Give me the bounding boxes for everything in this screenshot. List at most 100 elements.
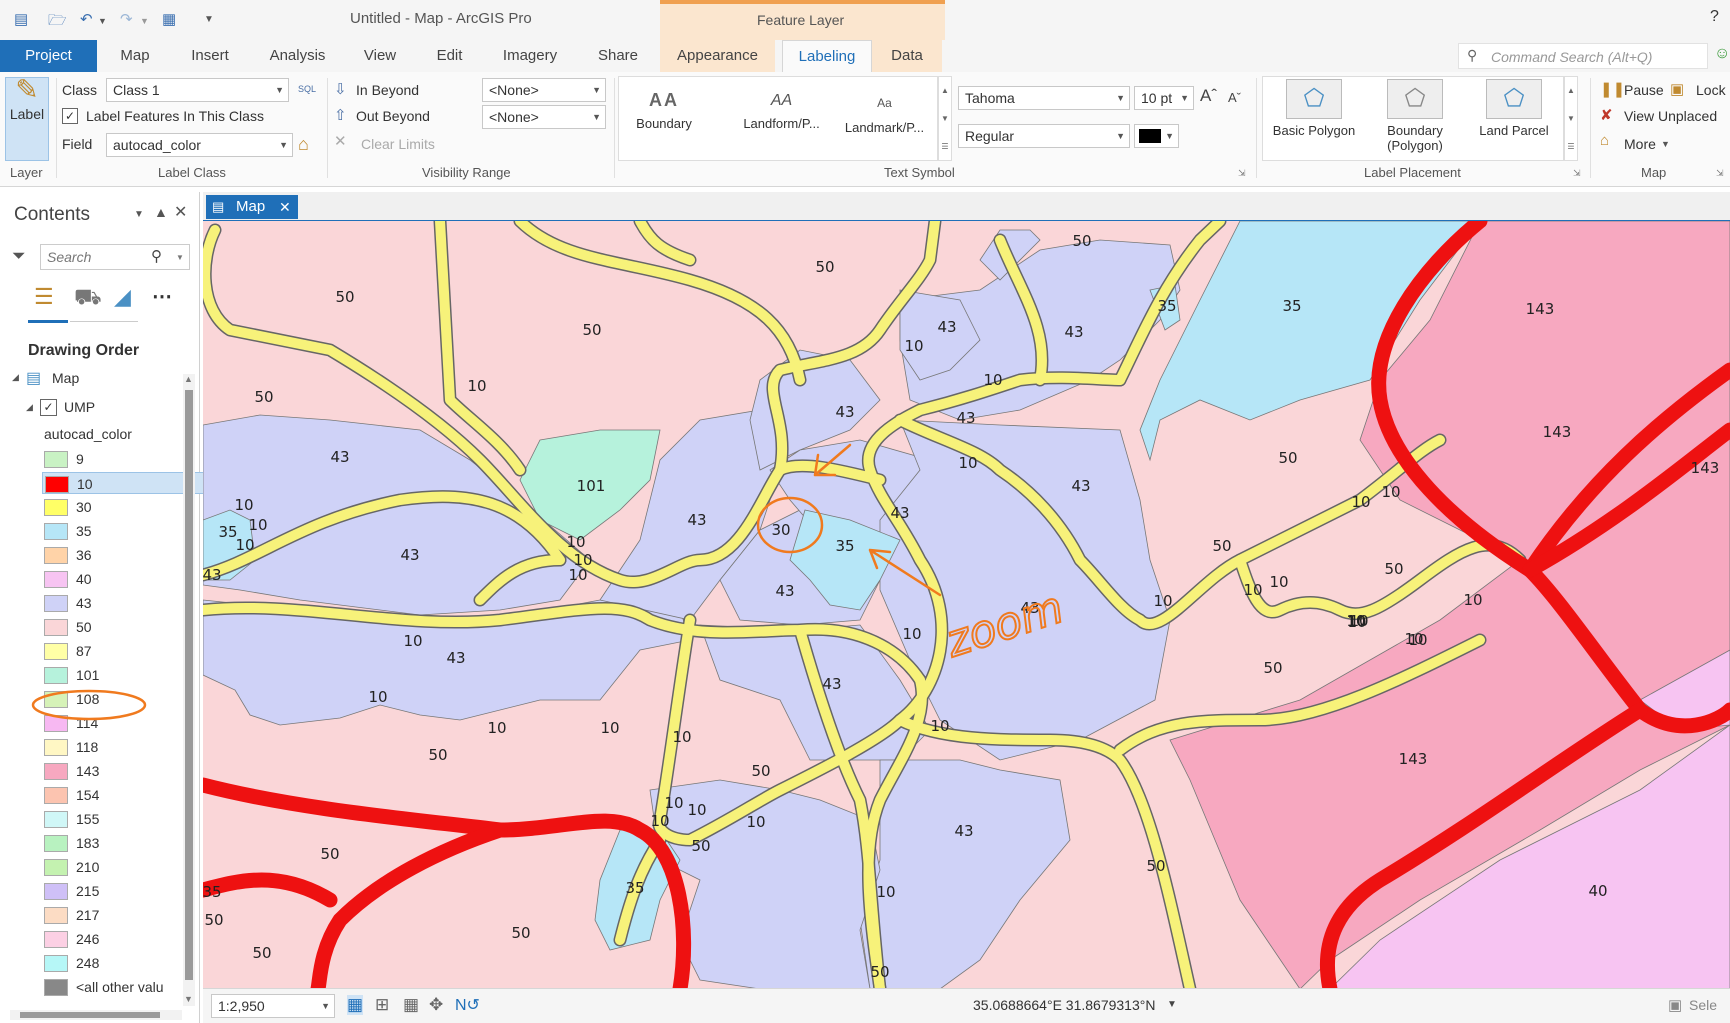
chevron-down-icon: ▼ <box>592 112 601 122</box>
new-project-icon[interactable]: ▤ <box>14 10 28 28</box>
label-features-checkbox[interactable]: ✓ <box>62 108 78 124</box>
selection-icon[interactable]: ◢ <box>114 284 131 310</box>
field-dropdown[interactable]: autocad_color ▼ <box>106 133 293 157</box>
map-node-icon: ▤ <box>26 370 42 387</box>
close-icon[interactable]: ✕ <box>279 195 291 219</box>
contents-search-input[interactable]: Search ⚲ ▼ <box>40 244 190 270</box>
font-size-dropdown[interactable]: 10 pt ▼ <box>1134 86 1194 110</box>
pin-icon[interactable]: ▲ <box>154 204 168 220</box>
tab-edit[interactable]: Edit <box>427 40 472 72</box>
label-toggle-button[interactable]: ✎ Label <box>5 74 49 161</box>
close-icon[interactable]: ✕ <box>174 202 187 222</box>
map-tab[interactable]: ▤ Map ✕ <box>206 195 298 219</box>
map-label: 35 <box>625 879 644 897</box>
undo-dropdown-icon[interactable]: ▼ <box>98 16 107 26</box>
scroll-thumb[interactable] <box>185 390 193 980</box>
tab-insert[interactable]: Insert <box>180 40 240 72</box>
tab-project[interactable]: Project <box>0 40 97 72</box>
placement-gallery-scroll[interactable]: ▲ ▼ ☰ <box>1564 76 1578 161</box>
redo-dropdown-icon[interactable]: ▼ <box>140 16 149 26</box>
filter-icon[interactable]: ⏷ <box>12 246 26 266</box>
selected-features-text[interactable]: Sele <box>1689 997 1717 1013</box>
tab-appearance[interactable]: Appearance <box>660 40 775 72</box>
sql-query-icon[interactable]: SQL <box>296 78 318 100</box>
style-landmark[interactable]: Aa Landmark/P... <box>837 93 932 135</box>
layer-node-label[interactable]: UMP <box>64 399 95 415</box>
pause-button[interactable]: Pause <box>1624 82 1664 98</box>
style-landform[interactable]: AA Landform/P... <box>734 93 829 132</box>
font-color-picker[interactable]: ▼ <box>1134 124 1179 148</box>
map-label: 10 <box>958 454 977 472</box>
map-node-label[interactable]: Map <box>52 370 79 386</box>
scroll-up-icon[interactable]: ▲ <box>184 374 193 384</box>
tab-map[interactable]: Map <box>110 40 160 72</box>
view-unplaced-button[interactable]: View Unplaced <box>1624 108 1717 124</box>
scroll-down-icon[interactable]: ▼ <box>184 994 193 1004</box>
contents-scrollbar[interactable]: ▲ ▼ <box>183 374 195 1006</box>
legend-label: 210 <box>76 859 100 875</box>
contents-hscrollbar[interactable] <box>10 1010 182 1020</box>
collapse-layer-icon[interactable]: ◢ <box>26 402 33 413</box>
out-beyond-button[interactable]: Out Beyond <box>356 108 430 124</box>
tab-analysis[interactable]: Analysis <box>260 40 335 72</box>
placement-boundary-polygon[interactable]: ⬠ Boundary (Polygon) <box>1367 79 1463 153</box>
gallery-scroll[interactable]: ▲ ▼ ☰ <box>938 76 952 161</box>
chevron-down-icon: ▼ <box>279 140 288 150</box>
dialog-launcher-icon[interactable]: ⇲ <box>1238 168 1246 179</box>
more-button[interactable]: More <box>1624 136 1656 152</box>
clear-limits-button[interactable]: Clear Limits <box>361 136 435 152</box>
constraints-icon[interactable]: ✥ <box>429 995 443 1015</box>
grow-font-icon[interactable]: Aˆ <box>1200 86 1217 106</box>
chevron-down-icon[interactable]: ▼ <box>1167 999 1177 1010</box>
label-tag-icon: ✎ <box>15 74 39 105</box>
legend-swatch <box>44 739 68 756</box>
expression-icon[interactable]: ⌂ <box>298 134 309 155</box>
customize-toolbar-icon[interactable]: ▼ <box>204 14 214 25</box>
placement-basic-polygon[interactable]: ⬠ Basic Polygon <box>1269 79 1359 138</box>
shrink-font-icon[interactable]: Aˇ <box>1228 90 1241 105</box>
save-icon[interactable]: ▦ <box>162 10 176 28</box>
user-icon[interactable]: ☺ <box>1714 45 1730 63</box>
selection-count-icon[interactable]: ▣ <box>1668 996 1682 1014</box>
layer-visibility-checkbox[interactable]: ✓ <box>40 399 57 416</box>
dialog-launcher-icon[interactable]: ⇲ <box>1716 168 1724 179</box>
style-boundary[interactable]: AA Boundary <box>624 91 704 131</box>
snapping-icon[interactable]: ⊞ <box>375 995 389 1015</box>
tab-labeling[interactable]: Labeling <box>782 40 872 72</box>
out-beyond-dropdown[interactable]: <None> ▼ <box>482 105 606 129</box>
class-dropdown[interactable]: Class 1 ▼ <box>106 78 289 102</box>
undo-icon[interactable]: ↶ <box>80 10 93 28</box>
hscroll-thumb[interactable] <box>20 1012 160 1018</box>
map-label: 50 <box>582 321 601 339</box>
tab-data[interactable]: Data <box>872 40 942 72</box>
more-options-icon[interactable]: ⋯ <box>152 284 172 309</box>
lock-button[interactable]: Lock <box>1696 82 1726 98</box>
in-beyond-dropdown[interactable]: <None> ▼ <box>482 78 606 102</box>
data-source-icon[interactable]: ⛟ <box>74 284 102 313</box>
tab-share[interactable]: Share <box>588 40 648 72</box>
redo-icon[interactable]: ↷ <box>120 10 133 28</box>
map-svg[interactable]: 50 50 50 50 50 43 43 43 43 43 43 43 43 4… <box>203 221 1730 989</box>
map-canvas[interactable]: 50 50 50 50 50 43 43 43 43 43 43 43 43 4… <box>203 221 1730 989</box>
command-search[interactable]: ⚲ Command Search (Alt+Q) <box>1458 43 1708 69</box>
fixed-scale-icon[interactable]: ▦ <box>347 995 364 1015</box>
pane-menu-icon[interactable]: ▼ <box>134 209 144 220</box>
drawing-order-icon[interactable]: ☰ <box>34 284 54 310</box>
north-arrow-icon[interactable]: N↺ <box>455 995 480 1015</box>
scale-dropdown[interactable]: 1:2,950 ▼ <box>211 994 335 1018</box>
font-style-dropdown[interactable]: Regular ▼ <box>958 124 1130 148</box>
collapse-map-icon[interactable]: ◢ <box>12 372 19 383</box>
open-folder-icon[interactable]: 🗁 <box>48 10 67 35</box>
map-label: 43 <box>937 318 956 336</box>
placement-land-parcel[interactable]: ⬠ Land Parcel <box>1469 79 1559 138</box>
map-label: 50 <box>320 845 339 863</box>
font-dropdown[interactable]: Tahoma ▼ <box>958 86 1130 110</box>
in-beyond-button[interactable]: In Beyond <box>356 82 419 98</box>
tab-view[interactable]: View <box>355 40 405 72</box>
tab-imagery[interactable]: Imagery <box>494 40 566 72</box>
dialog-launcher-icon[interactable]: ⇲ <box>1573 168 1581 179</box>
help-icon[interactable]: ? <box>1710 8 1719 26</box>
group-label-map: Map <box>1641 165 1667 180</box>
grid-icon[interactable]: ▦ <box>403 995 419 1015</box>
active-view-indicator <box>28 320 68 323</box>
